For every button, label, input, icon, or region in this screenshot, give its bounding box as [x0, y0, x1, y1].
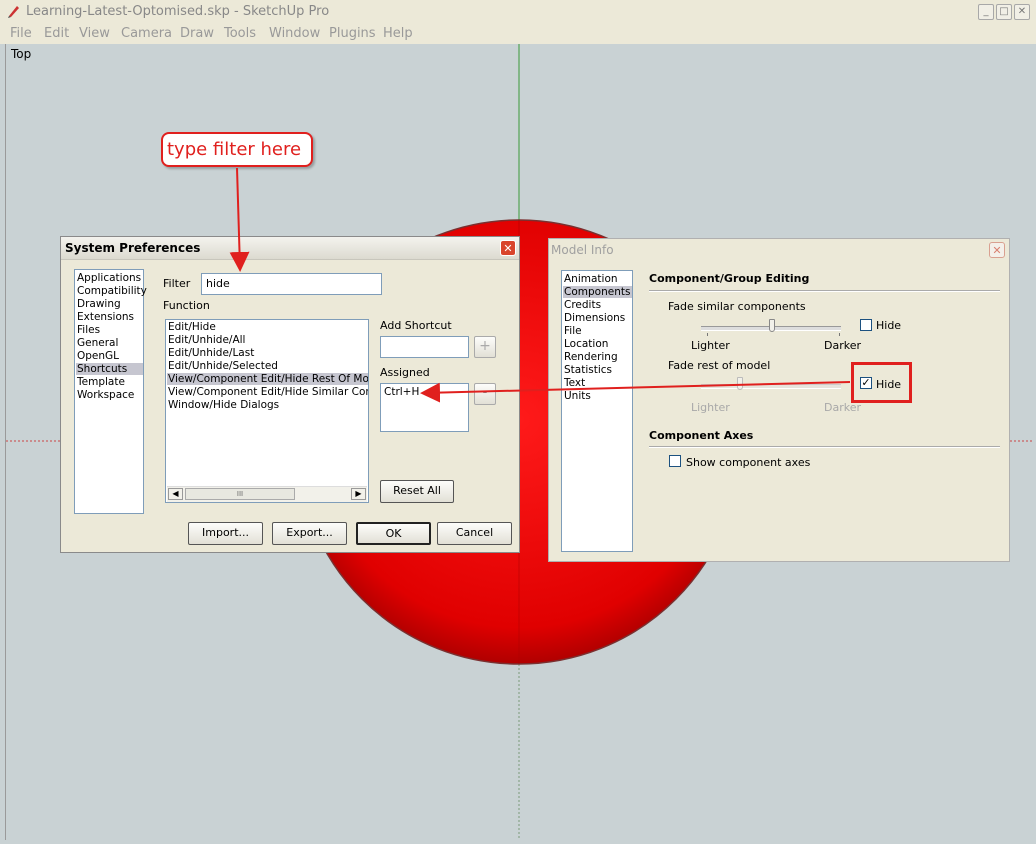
function-item[interactable]: Window/Hide Dialogs [168, 399, 279, 411]
function-item[interactable]: Edit/Unhide/Last [168, 347, 254, 359]
fade-rest-slider[interactable] [701, 384, 841, 389]
menu-view[interactable]: View [79, 26, 110, 41]
category-item[interactable]: Rendering [564, 351, 618, 363]
import-button[interactable]: Import... [188, 522, 263, 545]
dialog-title: System Preferences [65, 241, 201, 255]
hide-similar-checkbox[interactable] [860, 319, 872, 331]
function-list[interactable]: Edit/Hide Edit/Unhide/All Edit/Unhide/La… [165, 319, 369, 503]
function-item[interactable]: View/Component Edit/Hide Similar Compone… [168, 386, 368, 398]
remove-shortcut-button[interactable]: - [474, 383, 496, 405]
menu-help[interactable]: Help [383, 26, 413, 41]
menu-bar: File Edit View Camera Draw Tools Window … [0, 24, 1036, 44]
filter-label: Filter [163, 277, 191, 290]
assigned-label: Assigned [380, 366, 430, 379]
horizontal-scrollbar[interactable]: ◀ III ▶ [167, 486, 367, 502]
category-item[interactable]: General [77, 337, 118, 349]
annotation-callout: type filter here [161, 132, 313, 167]
export-button[interactable]: Export... [272, 522, 347, 545]
function-item[interactable]: Edit/Unhide/Selected [168, 360, 278, 372]
category-item[interactable]: Location [564, 338, 608, 350]
category-item[interactable]: Animation [564, 273, 618, 285]
menu-window[interactable]: Window [269, 26, 320, 41]
category-item[interactable]: Text [564, 377, 585, 389]
title-bar: Learning-Latest-Optomised.skp - SketchUp… [0, 0, 1036, 25]
callout-text: type filter here [167, 139, 302, 160]
scroll-thumb[interactable]: III [185, 488, 295, 500]
add-shortcut-button[interactable]: + [474, 336, 496, 358]
category-item[interactable]: Workspace [77, 389, 134, 401]
fade-rest-slider-thumb[interactable] [737, 377, 743, 390]
hide-rest-label: Hide [876, 378, 902, 391]
category-item[interactable]: Extensions [77, 311, 134, 323]
lighter-label: Lighter [691, 339, 730, 352]
fade-similar-slider-thumb[interactable] [769, 319, 775, 332]
cancel-button[interactable]: Cancel [437, 522, 512, 545]
category-item[interactable]: Statistics [564, 364, 612, 376]
category-item[interactable]: Template [77, 376, 125, 388]
show-axes-checkbox[interactable] [669, 455, 681, 467]
system-preferences-dialog: System Preferences ✕ Applications Compat… [60, 236, 520, 553]
category-item[interactable]: Compatibility [77, 285, 147, 297]
menu-edit[interactable]: Edit [44, 26, 69, 41]
scroll-right-icon[interactable]: ▶ [351, 488, 366, 500]
show-axes-label: Show component axes [686, 456, 811, 469]
ok-button[interactable]: OK [356, 522, 431, 545]
model-info-category-list[interactable]: Animation Components Credits Dimensions … [561, 270, 633, 552]
darker-label: Darker [824, 339, 862, 352]
category-item[interactable]: Units [564, 390, 591, 402]
filter-input-value: hide [206, 277, 230, 290]
fade-similar-label: Fade similar components [668, 300, 806, 313]
category-item-selected[interactable]: Shortcuts [76, 363, 143, 375]
function-item[interactable]: Edit/Hide [168, 321, 216, 333]
window-title: Learning-Latest-Optomised.skp - SketchUp… [26, 4, 330, 19]
model-info-titlebar [549, 239, 1009, 261]
maximize-button[interactable]: □ [996, 4, 1012, 20]
function-label: Function [163, 299, 210, 312]
add-shortcut-input[interactable] [380, 336, 469, 358]
reset-all-button[interactable]: Reset All [380, 480, 454, 503]
menu-draw[interactable]: Draw [180, 26, 214, 41]
minimize-button[interactable]: _ [978, 4, 994, 20]
close-window-button[interactable]: ✕ [1014, 4, 1030, 20]
function-item[interactable]: Edit/Unhide/All [168, 334, 245, 346]
divider [649, 290, 1000, 292]
menu-tools[interactable]: Tools [224, 26, 256, 41]
sketchup-icon [8, 6, 19, 18]
category-item-selected[interactable]: Components [563, 286, 632, 298]
assigned-item[interactable]: Ctrl+H [384, 386, 419, 398]
close-icon[interactable]: ✕ [989, 242, 1005, 258]
hide-rest-checkbox[interactable]: ✓ [860, 377, 872, 389]
divider [649, 446, 1000, 448]
preferences-category-list[interactable]: Applications Compatibility Drawing Exten… [74, 269, 147, 514]
scroll-left-icon[interactable]: ◀ [168, 488, 183, 500]
fade-rest-label: Fade rest of model [668, 359, 771, 372]
category-item[interactable]: File [564, 325, 582, 337]
category-item[interactable]: Applications [77, 272, 141, 284]
model-info-dialog: Model Info ✕ Animation Components Credit… [548, 238, 1010, 562]
filter-input[interactable]: hide [201, 273, 382, 295]
category-item[interactable]: Dimensions [564, 312, 625, 324]
model-info-title: Model Info [551, 243, 614, 257]
category-item[interactable]: OpenGL [77, 350, 119, 362]
function-item-selected[interactable]: View/Component Edit/Hide Rest Of Model [167, 373, 368, 385]
category-item[interactable]: Credits [564, 299, 601, 311]
view-label: Top [11, 47, 32, 61]
assigned-list[interactable]: Ctrl+H [380, 383, 469, 432]
menu-plugins[interactable]: Plugins [329, 26, 376, 41]
hide-similar-label: Hide [876, 319, 902, 332]
category-item[interactable]: Files [77, 324, 100, 336]
category-item[interactable]: Drawing [77, 298, 121, 310]
close-icon[interactable]: ✕ [500, 240, 516, 256]
section-heading: Component Axes [649, 429, 754, 442]
menu-file[interactable]: File [10, 26, 32, 41]
lighter-label-disabled: Lighter [691, 401, 730, 414]
section-heading: Component/Group Editing [649, 272, 810, 285]
add-shortcut-label: Add Shortcut [380, 319, 452, 332]
menu-camera[interactable]: Camera [121, 26, 172, 41]
